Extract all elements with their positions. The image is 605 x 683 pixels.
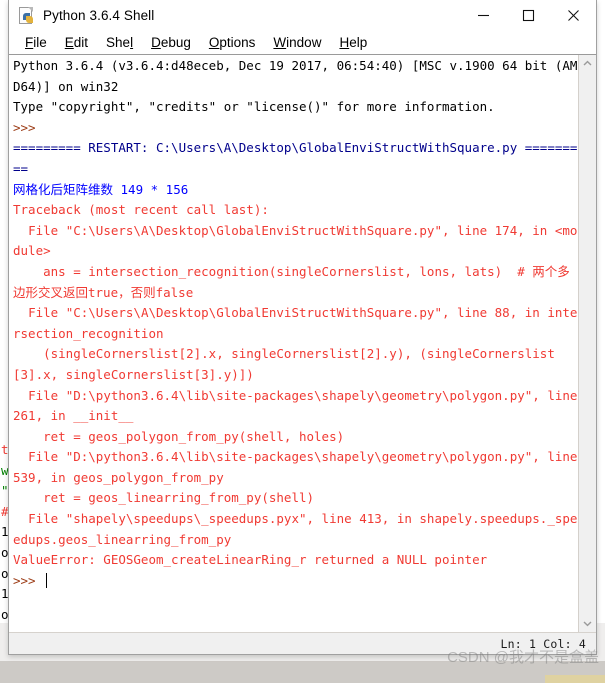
- menubar[interactable]: File Edit Shel Debug Options Window Help: [9, 31, 596, 54]
- shell-output-text: Python 3.6.4 (v3.6.4:d48eceb, Dec 19 201…: [13, 56, 578, 591]
- statusbar: Ln: 1 Col: 4: [9, 632, 596, 654]
- menu-window[interactable]: Window: [264, 33, 330, 52]
- console-line: Type "copyright", "credits" or "license(…: [13, 99, 495, 115]
- console-line: ret = geos_linearring_from_py(shell): [13, 490, 315, 506]
- menu-help[interactable]: Help: [330, 33, 376, 52]
- minimize-button[interactable]: [461, 0, 506, 31]
- window-controls: [461, 0, 596, 31]
- console-line: ========= RESTART: C:\Users\A\Desktop\Gl…: [13, 140, 578, 176]
- console-line: File "C:\Users\A\Desktop\GlobalEnviStruc…: [13, 222, 578, 259]
- shell-output[interactable]: Python 3.6.4 (v3.6.4:d48eceb, Dec 19 201…: [9, 55, 579, 632]
- menu-options[interactable]: Options: [200, 33, 265, 52]
- taskbar-notification-area[interactable]: [545, 675, 605, 683]
- console-line: File "D:\python3.6.4\lib\site-packages\s…: [13, 387, 578, 424]
- maximize-button[interactable]: [506, 0, 551, 31]
- window-title: Python 3.6.4 Shell: [43, 8, 155, 23]
- menu-debug[interactable]: Debug: [142, 33, 200, 52]
- console-line: >>>: [13, 119, 44, 135]
- menu-edit[interactable]: Edit: [56, 33, 97, 52]
- vertical-scrollbar[interactable]: [579, 55, 596, 632]
- python-shell-window: Python 3.6.4 Shell File Edit Shel Debug Opti…: [8, 0, 597, 655]
- cursor-position-indicator: Ln: 1 Col: 4: [500, 636, 586, 651]
- scrollbar-track[interactable]: [579, 72, 596, 615]
- console-area: Python 3.6.4 (v3.6.4:d48eceb, Dec 19 201…: [9, 54, 596, 632]
- console-line: Traceback (most recent call last):: [13, 202, 269, 218]
- console-line: ValueError: GEOSGeom_createLinearRing_r …: [13, 552, 488, 568]
- console-line: Python 3.6.4 (v3.6.4:d48eceb, Dec 19 201…: [13, 58, 578, 94]
- console-line: File "D:\python3.6.4\lib\site-packages\s…: [13, 449, 578, 485]
- menu-file[interactable]: File: [16, 33, 56, 52]
- close-button[interactable]: [551, 0, 596, 31]
- window-titlebar[interactable]: Python 3.6.4 Shell: [9, 0, 596, 31]
- console-line: File "C:\Users\A\Desktop\GlobalEnviStruc…: [13, 305, 578, 341]
- desktop-background: tw"#1oo1oo Python 3.6.4 Shell: [0, 0, 605, 683]
- taskbar[interactable]: [0, 661, 605, 683]
- console-line: 网格化后矩阵维数 149 * 156: [13, 181, 189, 197]
- console-line: >>>: [13, 572, 44, 588]
- console-line: (singleCornerslist[2].x, singleCornersli…: [13, 346, 555, 382]
- text-caret: [46, 572, 48, 588]
- menu-shell[interactable]: Shel: [97, 33, 142, 52]
- console-line: ans = intersection_recognition(singleCor…: [13, 263, 570, 300]
- console-line: ret = geos_polygon_from_py(shell, holes): [13, 428, 345, 444]
- console-line: File "shapely\speedups\_speedups.pyx", l…: [13, 511, 578, 547]
- python-file-icon: [18, 6, 36, 25]
- scroll-down-arrow[interactable]: [579, 615, 596, 632]
- scroll-up-arrow[interactable]: [579, 55, 596, 72]
